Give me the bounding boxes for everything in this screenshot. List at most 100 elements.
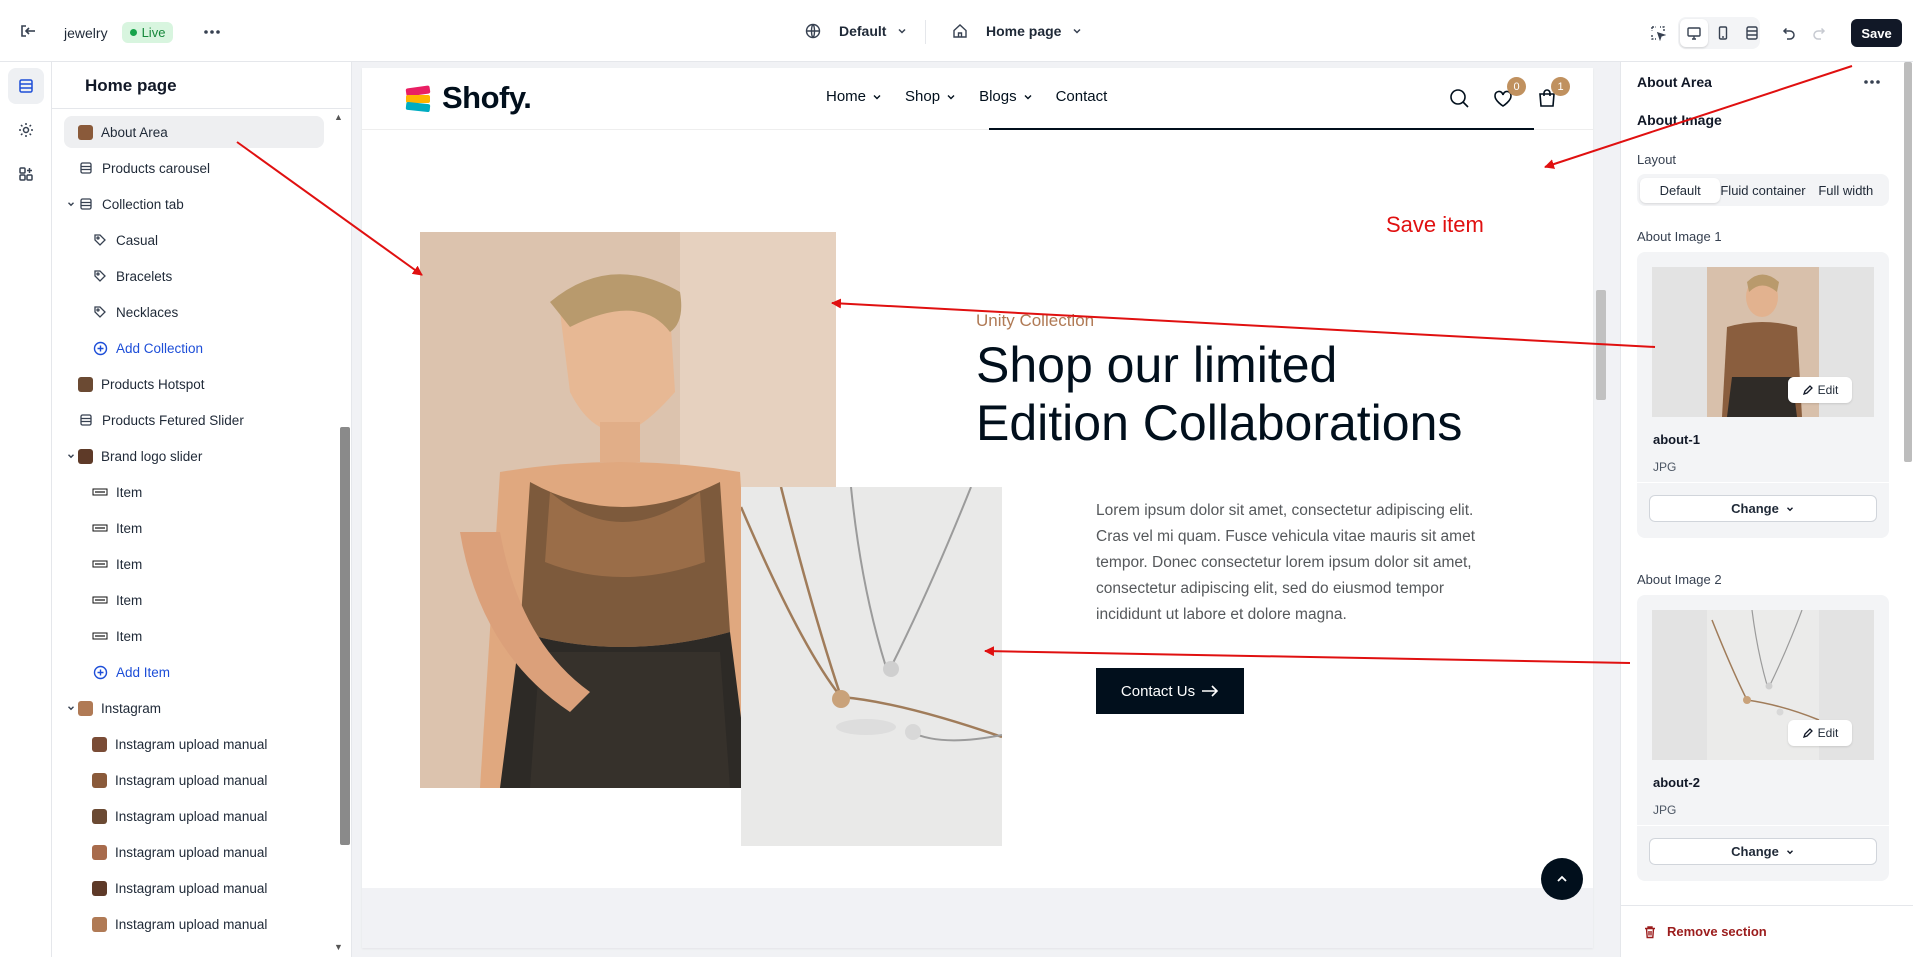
headline-line-2: Edition Collaborations <box>976 395 1463 451</box>
live-label: Live <box>141 25 166 40</box>
chevron-down-icon[interactable] <box>64 451 78 461</box>
search-icon[interactable] <box>1446 85 1472 111</box>
sidebar-item-item[interactable]: Item <box>64 512 324 544</box>
sidebar-item-products-fetured-slider[interactable]: Products Fetured Slider <box>64 404 324 436</box>
layout-option-default[interactable]: Default <box>1640 177 1721 203</box>
edit-label: Edit <box>1817 383 1839 397</box>
sidebar-item-instagram-upload-manual[interactable]: Instagram upload manual <box>64 800 324 832</box>
desktop-view-icon[interactable] <box>1680 19 1708 47</box>
sidebar-item-item[interactable]: Item <box>64 548 324 580</box>
sidebar-item-about-area[interactable]: About Area <box>64 116 324 148</box>
sidebar-item-products-hotspot[interactable]: Products Hotspot <box>64 368 324 400</box>
sidebar-item-collection-tab[interactable]: Collection tab <box>64 188 324 220</box>
annotation-save-item: Save item <box>1386 212 1484 237</box>
nav-label: Contact <box>1055 88 1108 105</box>
sidebar-item-brand-logo-slider[interactable]: Brand logo slider <box>64 440 324 472</box>
layout-option-full-width[interactable]: Full width <box>1806 178 1886 203</box>
redo-icon[interactable] <box>1806 19 1834 47</box>
sidebar-item-products-carousel[interactable]: Products carousel <box>64 152 324 184</box>
sidebar-item-instagram[interactable]: Instagram <box>64 692 324 724</box>
sidebar-item-item[interactable]: Item <box>64 620 324 652</box>
image-thumbnail-icon <box>92 880 107 896</box>
sidebar-item-add-collection[interactable]: Add Collection <box>64 332 324 364</box>
sidebar-item-instagram-upload-manual[interactable]: Instagram upload manual <box>64 908 324 940</box>
store-name: jewelry <box>64 24 108 41</box>
image-thumbnail-icon <box>78 700 93 716</box>
sidebar-item-label: Casual <box>116 232 159 248</box>
sidebar-item-casual[interactable]: Casual <box>64 224 324 256</box>
image2-label: About Image 2 <box>1637 572 1722 587</box>
image1-change-button[interactable]: Change <box>1649 495 1877 522</box>
sidebar-scrollbar[interactable] <box>340 427 350 845</box>
page-select[interactable]: Home page <box>952 23 1083 39</box>
undo-icon[interactable] <box>1774 19 1802 47</box>
sidebar-item-instagram-upload-manual[interactable]: Instagram upload manual <box>64 764 324 796</box>
chevron-up-icon <box>1557 875 1567 882</box>
nav-item-contact[interactable]: Contact <box>1056 88 1108 105</box>
layout-option-fluid[interactable]: Fluid container <box>1720 178 1805 203</box>
nav-item-shop[interactable]: Shop <box>905 88 957 105</box>
wishlist-heart-icon[interactable]: 0 <box>1490 77 1526 111</box>
image1-edit-button[interactable]: Edit <box>1788 377 1852 403</box>
more-icon[interactable] <box>1863 72 1887 92</box>
site-logo[interactable]: Shofy. <box>402 80 532 116</box>
more-icon[interactable] <box>198 18 226 46</box>
section-layout-icon <box>78 412 94 428</box>
sidebar-item-instagram-upload-manual[interactable]: Instagram upload manual <box>64 728 324 760</box>
sidebar-item-item[interactable]: Item <box>64 476 324 508</box>
mobile-view-icon[interactable] <box>1709 19 1737 47</box>
scroll-to-top-button[interactable] <box>1541 858 1583 900</box>
fullscreen-view-icon[interactable] <box>1738 19 1766 47</box>
brand-logo-icon <box>92 592 108 608</box>
edit-label: Edit <box>1817 726 1839 740</box>
chevron-down-icon <box>873 94 881 99</box>
inspect-icon[interactable] <box>1644 19 1672 47</box>
image2-edit-button[interactable]: Edit <box>1788 720 1852 746</box>
nav-label: Blogs <box>979 88 1017 105</box>
image2-card: Edit about-2 JPG Change <box>1637 595 1889 881</box>
sidebar-title: Home page <box>85 76 177 95</box>
sidebar-item-label: Item <box>116 556 143 572</box>
sidebar-item-bracelets[interactable]: Bracelets <box>64 260 324 292</box>
apps-icon[interactable] <box>8 156 44 192</box>
live-badge: Live <box>121 22 174 43</box>
trash-icon <box>1645 925 1655 938</box>
settings-panel: About Area About Image Layout Default Fl… <box>1620 62 1913 957</box>
image1-label: About Image 1 <box>1637 229 1722 244</box>
sidebar-item-label: Item <box>116 520 143 536</box>
cart-bag-icon[interactable]: 1 <box>1534 77 1570 111</box>
preview-scrollbar[interactable] <box>1596 290 1606 400</box>
panel-footer: Remove section <box>1621 905 1913 957</box>
nav-item-home[interactable]: Home <box>826 88 883 105</box>
sidebar-item-label: Add Item <box>116 664 171 680</box>
sections-icon[interactable] <box>8 68 44 104</box>
editor-topbar: jewelry Live Default Home page Save <box>0 0 1913 62</box>
chevron-down-icon[interactable] <box>64 703 78 713</box>
theme-select[interactable]: Default <box>805 23 908 39</box>
sidebar-item-instagram-upload-manual[interactable]: Instagram upload manual <box>64 836 324 868</box>
settings-gear-icon[interactable] <box>8 112 44 148</box>
chevron-down-icon[interactable] <box>64 199 78 209</box>
sidebar-item-add-item[interactable]: Add Item <box>64 656 324 688</box>
panel-scrollbar[interactable] <box>1904 62 1912 462</box>
exit-icon[interactable] <box>14 17 42 45</box>
sidebar-item-label: Instagram upload manual <box>115 808 268 824</box>
sidebar-item-necklaces[interactable]: Necklaces <box>64 296 324 328</box>
scroll-down-arrow-icon[interactable]: ▼ <box>334 942 346 952</box>
pencil-icon <box>1802 728 1813 739</box>
image2-change-button[interactable]: Change <box>1649 838 1877 865</box>
sidebar-item-item[interactable]: Item <box>64 584 324 616</box>
sidebar-item-label: Collection tab <box>102 196 184 212</box>
divider <box>52 108 351 109</box>
about-image-2[interactable] <box>741 487 1002 846</box>
remove-section-button[interactable]: Remove section <box>1643 924 1767 939</box>
scroll-up-arrow-icon[interactable]: ▲ <box>334 112 346 122</box>
chevron-down-icon <box>1024 94 1032 99</box>
section-subtitle: Unity Collection <box>976 311 1095 330</box>
nav-item-blogs[interactable]: Blogs <box>979 88 1034 105</box>
contact-us-button[interactable]: Contact Us <box>1096 668 1244 714</box>
sidebar-item-instagram-upload-manual[interactable]: Instagram upload manual <box>64 872 324 904</box>
save-button[interactable]: Save <box>1851 19 1902 47</box>
sidebar-item-label: Products Fetured Slider <box>102 412 244 428</box>
sidebar-item-label: Instagram upload manual <box>115 736 268 752</box>
